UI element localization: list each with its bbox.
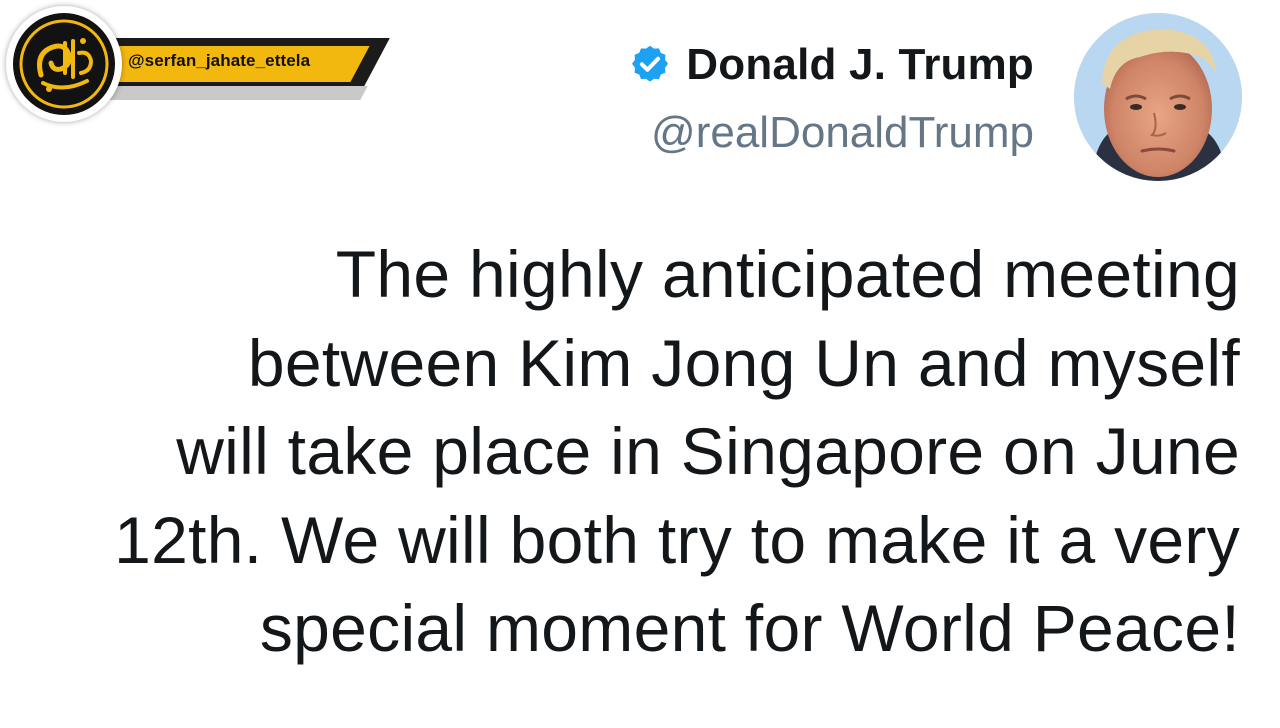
author-name-row[interactable]: Donald J. Trump bbox=[628, 40, 1034, 90]
tweet-text-line: The highly anticipated meeting bbox=[335, 237, 1240, 311]
tweet-text: The highly anticipated meeting between K… bbox=[40, 230, 1240, 673]
tweet-header: Donald J. Trump @realDonaldTrump bbox=[580, 0, 1280, 190]
channel-watermark: @serfan_jahate_ettela bbox=[6, 6, 396, 124]
tweet-text-line: 12th. We will both try to make it a very bbox=[114, 502, 1240, 577]
author-name[interactable]: Donald J. Trump bbox=[686, 40, 1034, 90]
author-username[interactable]: @realDonaldTrump bbox=[651, 108, 1034, 158]
watermark-bar-gray bbox=[98, 86, 368, 100]
channel-logo-icon bbox=[6, 6, 122, 122]
tweet-text-line: will take place in Singapore on June bbox=[176, 414, 1240, 488]
channel-handle: @serfan_jahate_ettela bbox=[128, 51, 311, 70]
verified-badge-icon bbox=[628, 43, 672, 87]
profile-photo[interactable] bbox=[1074, 13, 1242, 181]
tweet-text-line: between Kim Jong Un and myself bbox=[247, 325, 1240, 400]
tweet-text-line: special moment for World Peace! bbox=[259, 591, 1240, 665]
